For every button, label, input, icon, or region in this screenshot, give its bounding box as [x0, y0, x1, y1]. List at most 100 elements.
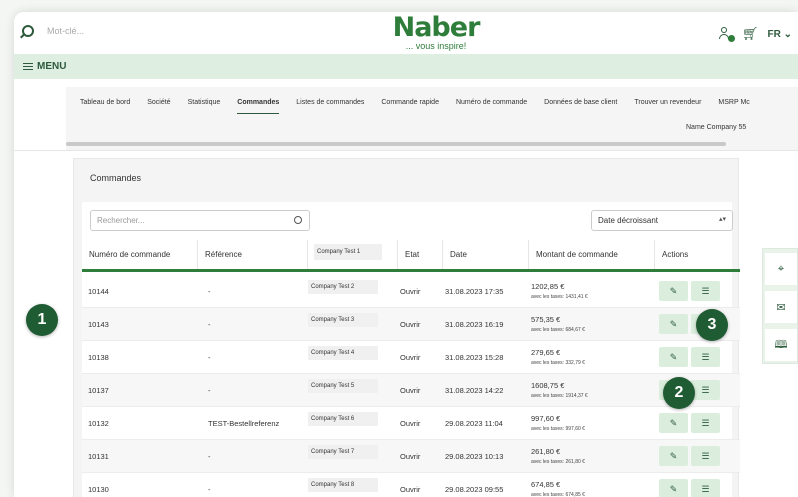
order-reference: -: [208, 451, 211, 461]
company-name: Name Company 55: [686, 124, 747, 131]
tab-customer-data[interactable]: Données de base client: [544, 99, 617, 114]
list-icon[interactable]: ☰: [691, 446, 720, 466]
order-company-cell: Company Test 7: [308, 445, 398, 459]
order-number[interactable]: 10138: [82, 353, 198, 362]
order-company: Company Test 8: [308, 478, 378, 492]
col-order-number[interactable]: Numéro de commande: [82, 240, 198, 269]
order-date: 31.08.2023 17:35: [445, 286, 504, 296]
order-amount-with-tax: avec les taxes: 332,79 €: [531, 360, 585, 366]
book-icon[interactable]: 🕮︎: [765, 329, 797, 361]
list-icon[interactable]: ☰: [691, 413, 720, 433]
table-row[interactable]: 10132 TEST-Bestellreferenz Company Test 6 O…: [82, 407, 740, 440]
sort-value: Date décroissant: [598, 216, 659, 225]
list-icon[interactable]: ☰: [691, 347, 720, 367]
edit-icon[interactable]: ✎: [659, 446, 688, 466]
order-status: Ouvrir: [400, 451, 421, 461]
table-row[interactable]: 10130 - Company Test 8 Ouvrir 29.08.2023 09:…: [82, 473, 740, 497]
horizontal-scrollbar[interactable]: [66, 142, 726, 146]
tab-dashboard[interactable]: Tableau de bord: [80, 99, 130, 114]
order-number[interactable]: 10131: [82, 452, 198, 461]
edit-icon[interactable]: ✎: [659, 413, 688, 433]
hamburger-icon[interactable]: [23, 63, 33, 70]
col-company[interactable]: Company Test 1: [308, 240, 398, 269]
order-status: Ouvrir: [400, 352, 421, 362]
tab-order-lists[interactable]: Listes de commandes: [296, 99, 364, 114]
table-row[interactable]: 10143 - Company Test 3 Ouvrir 31.08.2023 16:…: [82, 308, 740, 341]
order-status: Ouvrir: [400, 418, 421, 428]
order-amount-cell: 674,85 € avec les taxes: 674,85 €: [529, 480, 655, 497]
order-number[interactable]: 10137: [82, 386, 198, 395]
table-row[interactable]: 10137 - Company Test 5 Ouvrir 31.08.2023 14:…: [82, 374, 740, 407]
order-date: 31.08.2023 14:22: [445, 385, 504, 395]
edit-icon[interactable]: ✎: [659, 281, 688, 301]
envelope-icon[interactable]: ✉: [765, 291, 797, 323]
location-pin-icon[interactable]: ⌖: [765, 253, 797, 285]
list-icon[interactable]: ☰: [691, 380, 720, 400]
search-icon[interactable]: [294, 216, 302, 224]
order-reference: TEST-Bestellreferenz: [208, 418, 280, 428]
table-header: Numéro de commande Référence Company Tes…: [82, 240, 740, 272]
tab-order-number[interactable]: Numéro de commande: [456, 99, 527, 114]
order-amount-with-tax: avec les taxes: 1914,37 €: [531, 393, 588, 399]
order-company-cell: Company Test 2: [308, 280, 398, 294]
col-amount[interactable]: Montant de commande: [529, 240, 655, 269]
language-selector[interactable]: FR ⌄: [767, 29, 792, 40]
order-number[interactable]: 10144: [82, 287, 198, 296]
order-actions: ✎☰: [655, 479, 720, 497]
cart-icon[interactable]: 🛒︎: [742, 26, 759, 42]
orders-search-input[interactable]: Rechercher...: [90, 210, 310, 231]
order-reference: -: [208, 484, 211, 494]
order-amount-cell: 575,35 € avec les taxes: 684,67 €: [529, 315, 655, 333]
col-reference[interactable]: Référence: [198, 240, 308, 269]
edit-icon[interactable]: ✎: [659, 314, 688, 334]
order-amount: 279,65 €: [531, 348, 561, 357]
naber-logo[interactable]: Naber ... vous inspire!: [386, 14, 486, 51]
order-actions: ✎☰: [655, 281, 720, 301]
order-company-cell: Company Test 5: [308, 379, 398, 393]
tab-find-dealer[interactable]: Trouver un revendeur: [634, 99, 701, 114]
user-account-icon[interactable]: [718, 27, 735, 42]
order-amount-with-tax: avec les taxes: 261,80 €: [531, 459, 585, 465]
order-reference: -: [208, 319, 211, 329]
col-status[interactable]: Etat: [398, 240, 443, 269]
sort-select[interactable]: Date décroissant ▴▾: [591, 210, 733, 231]
order-date: 31.08.2023 16:19: [445, 319, 504, 329]
tab-quick-order[interactable]: Commande rapide: [381, 99, 439, 114]
table-body: 10144 - Company Test 2 Ouvrir 31.08.2023 17:…: [82, 275, 740, 497]
menu-button[interactable]: MENU: [37, 61, 66, 72]
order-amount-with-tax: avec les taxes: 1431,41 €: [531, 294, 588, 300]
col-actions: Actions: [662, 250, 689, 259]
table-row[interactable]: 10131 - Company Test 7 Ouvrir 29.08.2023 10:…: [82, 440, 740, 473]
tab-statistics[interactable]: Statistique: [188, 99, 221, 114]
browser-window: Mot-clé... Naber ... vous inspire! 🛒︎ FR…: [14, 12, 798, 497]
list-icon[interactable]: ☰: [691, 281, 720, 301]
order-company-cell: Company Test 3: [308, 313, 398, 327]
table-row[interactable]: 10144 - Company Test 2 Ouvrir 31.08.2023 17:…: [82, 275, 740, 308]
order-reference: -: [208, 385, 211, 395]
list-icon[interactable]: ☰: [691, 479, 720, 497]
order-status: Ouvrir: [400, 286, 421, 296]
side-toolbar: ⌖ ✉ 🕮︎: [762, 248, 798, 364]
tab-company[interactable]: Société: [147, 99, 170, 114]
edit-icon[interactable]: ✎: [659, 479, 688, 497]
order-number[interactable]: 10143: [82, 320, 198, 329]
col-date[interactable]: Date: [443, 240, 529, 269]
tab-orders[interactable]: Commandes: [237, 99, 280, 114]
header-search-input[interactable]: Mot-clé...: [47, 26, 84, 36]
order-number[interactable]: 10130: [82, 485, 198, 494]
edit-icon[interactable]: ✎: [659, 347, 688, 367]
company-header-box: Company Test 1: [314, 244, 382, 260]
order-company-cell: Company Test 6: [308, 412, 398, 426]
tab-msrp[interactable]: MSRP Mc: [718, 99, 749, 114]
search-icon[interactable]: [22, 25, 34, 37]
order-amount: 261,80 €: [531, 447, 561, 456]
order-status: Ouvrir: [400, 484, 421, 494]
callout-badge-1: 1: [26, 304, 58, 336]
order-number[interactable]: 10132: [82, 419, 198, 428]
order-status: Ouvrir: [400, 319, 421, 329]
order-status: Ouvrir: [400, 385, 421, 395]
callout-badge-3: 3: [696, 309, 728, 341]
order-actions: ✎☰: [655, 446, 720, 466]
table-row[interactable]: 10138 - Company Test 4 Ouvrir 31.08.2023 15:…: [82, 341, 740, 374]
order-company: Company Test 3: [308, 313, 378, 327]
